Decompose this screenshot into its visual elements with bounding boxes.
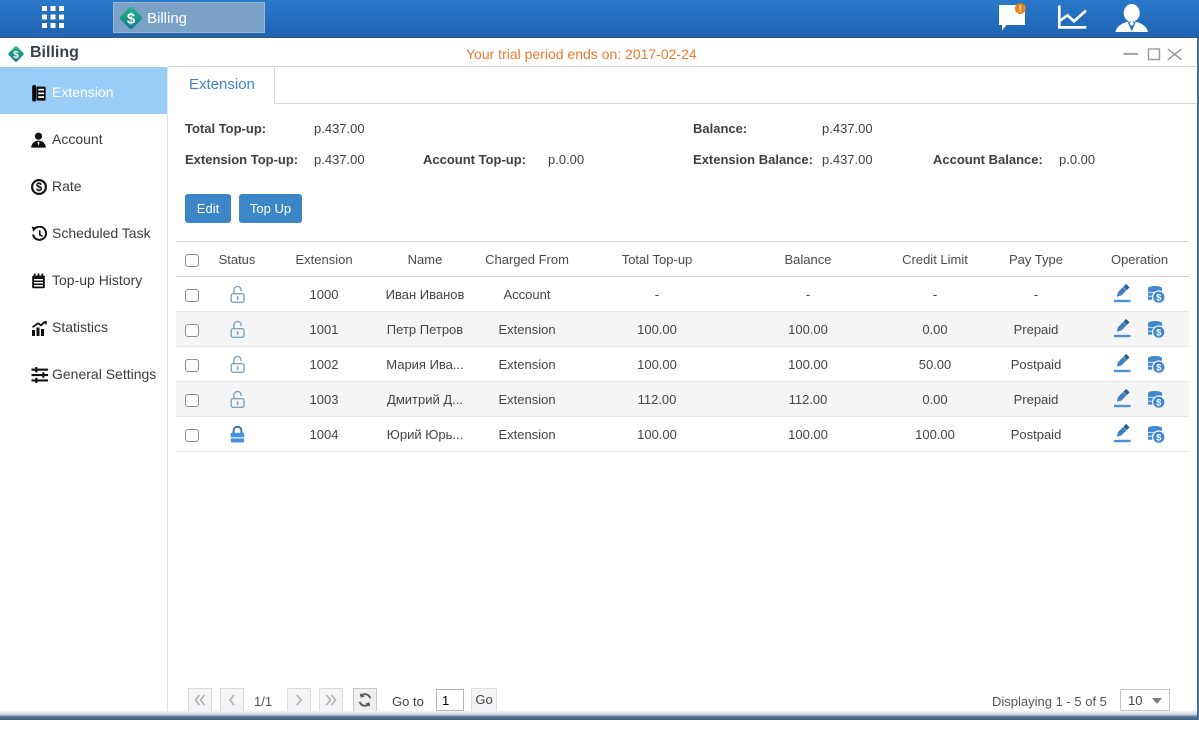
svg-text:!: ! (1019, 4, 1022, 14)
svg-text:$: $ (1156, 328, 1162, 339)
svg-text:$: $ (1156, 293, 1162, 304)
svg-text:$: $ (36, 182, 43, 194)
svg-text:$: $ (13, 50, 19, 61)
svg-text:$: $ (127, 11, 136, 28)
svg-text:$: $ (1156, 433, 1162, 444)
svg-text:$: $ (1156, 398, 1162, 409)
svg-text:$: $ (1156, 363, 1162, 374)
